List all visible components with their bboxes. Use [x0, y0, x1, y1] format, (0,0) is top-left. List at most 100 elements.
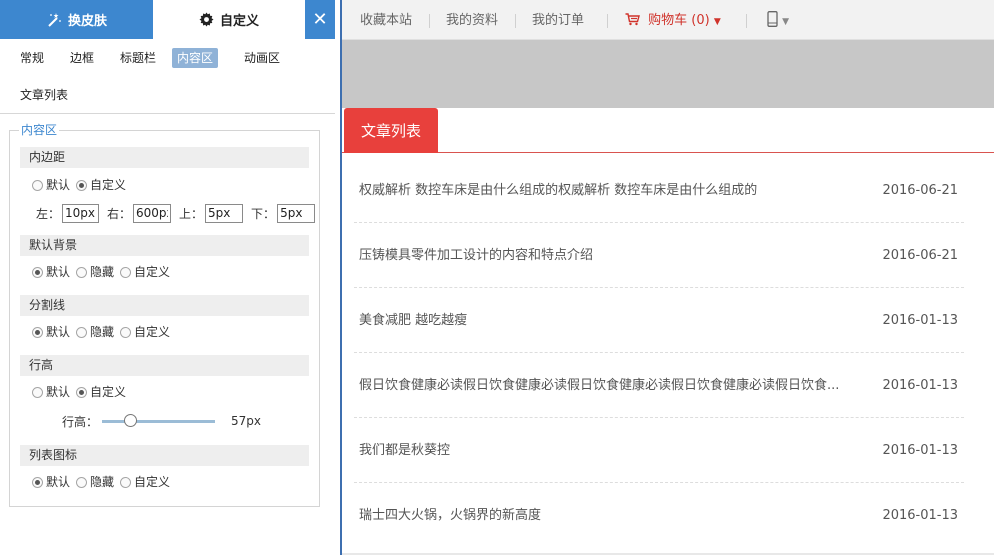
article-title[interactable]: 美食减肥 越吃越瘦: [359, 288, 879, 353]
padding-left-label: 左：: [36, 206, 61, 221]
section-divider-title: 分割线: [20, 295, 309, 316]
cart-label: 购物车: [648, 13, 688, 28]
cart-count: (0): [691, 13, 710, 28]
subtab-bar: 常规 边框 标题栏 内容区 动画区 文章列表: [0, 39, 335, 114]
radio-checked-icon: [76, 179, 88, 191]
background-option-custom[interactable]: 自定义: [120, 263, 170, 281]
option-label: 自定义: [134, 265, 171, 279]
list-icon-option-custom[interactable]: 自定义: [120, 473, 170, 491]
section-padding-title: 内边距: [20, 147, 309, 168]
group-legend: 内容区: [19, 123, 60, 137]
option-label: 默认: [46, 178, 71, 192]
option-label: 隐藏: [90, 475, 115, 489]
line-height-slider-row: 行高： 57px: [62, 412, 261, 430]
list-item[interactable]: 假日饮食健康必读假日饮食健康必读假日饮食健康必读假日饮食健康必读假日饮食... 2…: [354, 353, 964, 418]
radio-icon: [120, 476, 132, 488]
article-date: 2016-01-13: [882, 378, 958, 393]
padding-inputs-row: 左： 右： 上： 下：: [36, 203, 316, 223]
app-root: 换皮肤 自定义 ✕ 常规 边框 标题栏 内容区 动画区 文章列表 内容区 内边距…: [0, 0, 994, 555]
radio-checked-icon: [32, 326, 43, 338]
padding-option-custom[interactable]: 自定义: [76, 176, 126, 194]
section-line-height-title: 行高: [20, 355, 309, 376]
list-item[interactable]: 瑞士四大火锅，火锅界的新高度 2016-01-13: [354, 483, 964, 548]
nav-profile-link[interactable]: 我的资料: [446, 0, 498, 40]
list-item[interactable]: 我们都是秋葵控 2016-01-13: [354, 418, 964, 483]
article-date: 2016-01-13: [882, 313, 958, 328]
list-item[interactable]: 美食减肥 越吃越瘦 2016-01-13: [354, 288, 964, 353]
option-label: 自定义: [90, 178, 127, 192]
divider-option-hide[interactable]: 隐藏: [76, 323, 114, 341]
option-label: 自定义: [134, 325, 171, 339]
padding-options: 默认 自定义: [32, 176, 132, 194]
padding-top-input[interactable]: [205, 203, 244, 223]
radio-checked-icon: [32, 476, 43, 488]
article-title[interactable]: 瑞士四大火锅，火锅界的新高度: [359, 483, 879, 548]
radio-icon: [32, 179, 43, 191]
subtab-article-list[interactable]: 文章列表: [15, 85, 73, 105]
nav-orders-link[interactable]: 我的订单: [532, 0, 584, 40]
padding-option-default[interactable]: 默认: [32, 176, 70, 194]
subtab-content-area[interactable]: 内容区: [172, 48, 219, 68]
settings-panel: 换皮肤 自定义 ✕ 常规 边框 标题栏 内容区 动画区 文章列表 内容区 内边距…: [0, 0, 335, 555]
article-title[interactable]: 假日饮食健康必读假日饮食健康必读假日饮食健康必读假日饮食健康必读假日饮食...: [359, 353, 879, 418]
padding-top-label: 上：: [179, 206, 204, 221]
list-title-underline: [342, 152, 994, 153]
divider-option-default[interactable]: 默认: [32, 323, 70, 341]
divider-option-custom[interactable]: 自定义: [120, 323, 170, 341]
line-height-slider-label: 行高：: [62, 414, 99, 429]
radio-icon: [76, 266, 88, 278]
line-height-slider-handle[interactable]: [124, 413, 138, 427]
mobile-phone-icon: [767, 11, 782, 28]
list-item[interactable]: 压铸模具零件加工设计的内容和特点介绍 2016-06-21: [354, 223, 964, 288]
content-area-group: 内容区 内边距 默认 自定义 默认背景 默认 隐藏 自定义 分割线 默认 隐藏 …: [9, 123, 320, 507]
padding-bottom-input[interactable]: [277, 203, 316, 223]
section-background-title: 默认背景: [20, 235, 309, 256]
nav-divider: [607, 14, 608, 28]
article-title[interactable]: 权威解析 数控车床是由什么组成的权威解析 数控车床是由什么组成的: [359, 158, 879, 223]
tab-customize[interactable]: 自定义: [153, 0, 305, 39]
line-height-slider-track[interactable]: [102, 413, 216, 427]
list-item[interactable]: 权威解析 数控车床是由什么组成的权威解析 数控车床是由什么组成的 2016-06-…: [354, 158, 964, 223]
article-list-title: 文章列表: [344, 108, 438, 153]
article-date: 2016-01-13: [882, 508, 958, 523]
list-icon-option-default[interactable]: 默认: [32, 473, 70, 491]
article-date: 2016-06-21: [882, 183, 958, 198]
subtab-titlebar[interactable]: 标题栏: [115, 48, 161, 68]
subtab-general[interactable]: 常规: [15, 48, 49, 68]
subtab-animation[interactable]: 动画区: [239, 48, 285, 68]
option-label: 默认: [46, 325, 71, 339]
nav-mobile-menu[interactable]: ▼: [767, 0, 789, 40]
preview-area: 收藏本站 我的资料 我的订单 购物车 (0) ▼ ▼ 文章列表 权威解析 数控车…: [340, 0, 994, 555]
article-date: 2016-06-21: [882, 248, 958, 263]
line-height-option-custom[interactable]: 自定义: [76, 383, 126, 401]
option-label: 默认: [46, 385, 71, 399]
top-navbar: 收藏本站 我的资料 我的订单 购物车 (0) ▼ ▼: [342, 0, 994, 40]
background-option-hide[interactable]: 隐藏: [76, 263, 114, 281]
padding-left-input[interactable]: [62, 203, 100, 223]
radio-icon: [120, 326, 132, 338]
list-icon-options: 默认 隐藏 自定义: [32, 473, 176, 491]
nav-favorite-link[interactable]: 收藏本站: [360, 0, 412, 40]
option-label: 自定义: [134, 475, 171, 489]
panel-topbar: 换皮肤 自定义 ✕: [0, 0, 335, 39]
padding-bottom-label: 下：: [251, 206, 276, 221]
chevron-down-icon: ▼: [713, 17, 721, 27]
nav-divider: [429, 14, 430, 28]
subtab-border[interactable]: 边框: [65, 48, 99, 68]
article-title[interactable]: 我们都是秋葵控: [359, 418, 879, 483]
tab-change-skin-label: 换皮肤: [67, 14, 107, 29]
nav-cart-link[interactable]: 购物车 (0) ▼: [625, 0, 721, 40]
article-title[interactable]: 压铸模具零件加工设计的内容和特点介绍: [359, 223, 879, 288]
cart-icon: [625, 13, 644, 28]
option-label: 隐藏: [90, 325, 115, 339]
line-height-option-default[interactable]: 默认: [32, 383, 70, 401]
radio-icon: [120, 266, 132, 278]
padding-right-input[interactable]: [133, 203, 172, 223]
radio-icon: [76, 326, 88, 338]
close-icon[interactable]: ✕: [305, 0, 335, 39]
banner-placeholder: [342, 40, 994, 108]
tab-change-skin[interactable]: 换皮肤: [0, 0, 153, 39]
background-option-default[interactable]: 默认: [32, 263, 70, 281]
list-icon-option-hide[interactable]: 隐藏: [76, 473, 114, 491]
option-label: 隐藏: [90, 265, 115, 279]
